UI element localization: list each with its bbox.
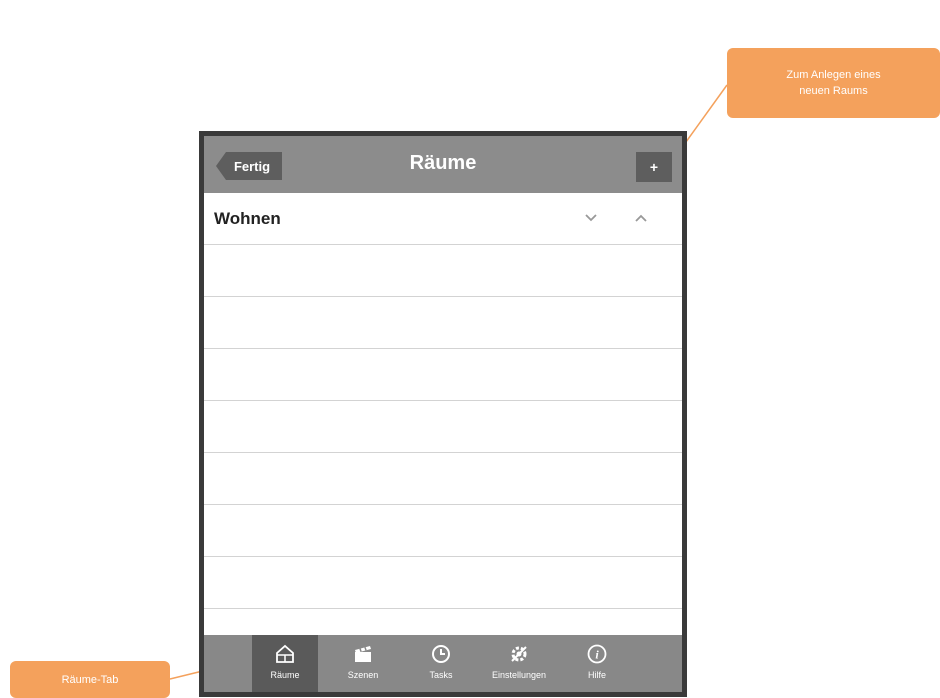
add-room-callout: Zum Anlegen eines neuen Raums (727, 48, 940, 118)
svg-text:i: i (595, 648, 599, 662)
tab-label: Einstellungen (491, 670, 547, 680)
room-list: Wohnen (204, 193, 682, 609)
list-item (204, 505, 682, 557)
tab-raeume[interactable]: Räume (252, 635, 318, 692)
list-item (204, 557, 682, 609)
tab-label: Räume (270, 670, 300, 680)
clock-icon (432, 645, 450, 663)
app-screen: Fertig Räume + Wohnen Räume Szenen Tasks… (204, 136, 682, 692)
tab-szenen[interactable]: Szenen (330, 635, 396, 692)
clapperboard-icon (355, 646, 371, 662)
tab-hilfe[interactable]: i Hilfe (564, 635, 630, 692)
tab-label: Hilfe (587, 670, 606, 680)
house-icon (276, 644, 294, 663)
device-frame: Fertig Räume + Wohnen Räume Szenen Tasks… (199, 131, 687, 697)
list-item (204, 453, 682, 505)
list-item (204, 401, 682, 453)
list-item (204, 349, 682, 401)
add-room-button[interactable]: + (636, 152, 672, 182)
room-name: Wohnen (214, 209, 281, 228)
tab-tasks[interactable]: Tasks (408, 635, 474, 692)
tab-label: Tasks (429, 670, 453, 680)
tab-label: Szenen (347, 670, 379, 680)
list-item (204, 245, 682, 297)
info-icon: i (587, 644, 607, 664)
tab-einstellungen[interactable]: Einstellungen (486, 635, 552, 692)
tab-bar: Räume Szenen Tasks Einstellungen i Hilfe (204, 635, 682, 692)
chevron-down-icon[interactable] (584, 211, 598, 225)
settings-icon (511, 646, 527, 662)
add-callout-line1: Zum Anlegen eines (786, 69, 881, 81)
navigation-bar: Fertig Räume + (204, 136, 682, 193)
add-callout-line2: neuen Raums (799, 85, 868, 97)
page-title: Räume (409, 152, 477, 174)
rooms-tab-callout: Räume-Tab (10, 661, 170, 698)
list-item (204, 297, 682, 349)
tab-callout-text: Räume-Tab (61, 673, 119, 686)
chevron-up-icon[interactable] (634, 211, 648, 225)
list-item[interactable]: Wohnen (204, 193, 682, 245)
